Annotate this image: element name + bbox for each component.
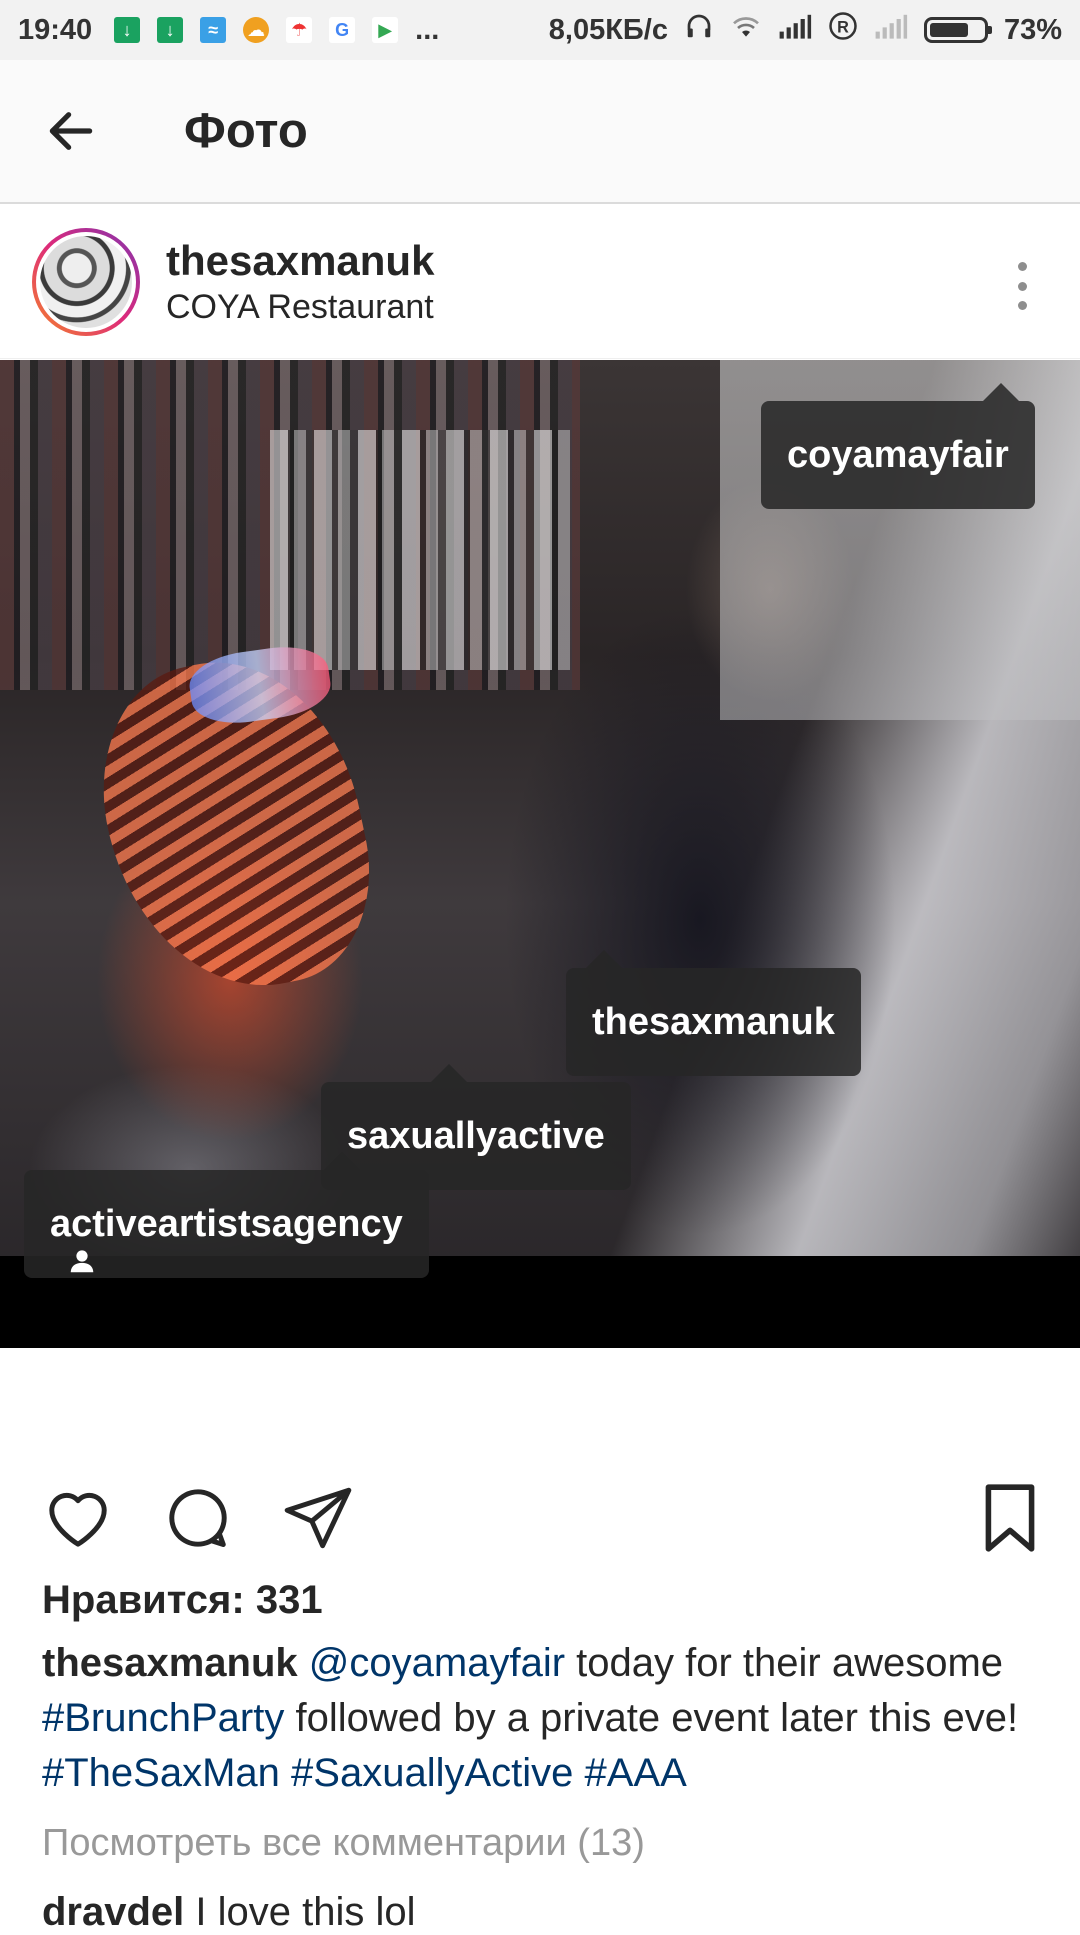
- likes-count[interactable]: Нравится: 331: [42, 1578, 323, 1623]
- avatar[interactable]: [32, 228, 140, 336]
- svg-text:R: R: [837, 18, 849, 36]
- more-options-button[interactable]: [1002, 256, 1042, 316]
- wifi-icon: [730, 12, 762, 48]
- more-notifications-icon: ...: [415, 13, 440, 46]
- comment-preview: dravdel I love this lol: [42, 1890, 416, 1935]
- comment-text: I love this lol: [195, 1890, 416, 1934]
- like-button[interactable]: [38, 1478, 118, 1558]
- share-button[interactable]: [278, 1478, 358, 1558]
- post-username[interactable]: thesaxmanuk: [166, 237, 434, 285]
- download-icon: ↓: [157, 17, 184, 43]
- cloud-icon: ☁: [243, 17, 270, 43]
- arrow-left-icon: [49, 112, 93, 150]
- caption-text: today for their awesome: [565, 1641, 1004, 1685]
- comment-button[interactable]: [158, 1478, 238, 1558]
- caption-hashtag[interactable]: #AAA: [585, 1751, 687, 1795]
- paper-plane-icon: [284, 1487, 352, 1549]
- caption-mention[interactable]: @coyamayfair: [309, 1641, 565, 1685]
- status-time: 19:40: [18, 13, 93, 46]
- caption-username[interactable]: thesaxmanuk: [42, 1641, 298, 1685]
- caption-hashtag[interactable]: #BrunchParty: [42, 1696, 284, 1740]
- user-tag[interactable]: coyamayfair: [761, 383, 1035, 509]
- bookmark-icon: [985, 1484, 1035, 1552]
- roaming-icon: R: [828, 11, 858, 49]
- tags-toggle-button[interactable]: [58, 1237, 106, 1285]
- post-photo[interactable]: coyamayfair thesaxmanuk saxuallyactive a…: [0, 360, 1080, 1348]
- back-button[interactable]: [38, 98, 104, 164]
- umbrella-icon: ☂: [286, 17, 313, 43]
- photo-background-books: [270, 430, 570, 670]
- page-title: Фото: [184, 104, 308, 158]
- post-header: thesaxmanuk COYA Restaurant: [0, 204, 1080, 359]
- status-right: 8,05КБ/с R 73%: [549, 11, 1062, 49]
- caption-hashtag[interactable]: #SaxuallyActive: [291, 1751, 573, 1795]
- user-tag[interactable]: thesaxmanuk: [566, 950, 861, 1076]
- headphones-icon: [684, 11, 714, 49]
- comment-username[interactable]: dravdel: [42, 1890, 184, 1934]
- app-bar: Фото: [0, 60, 1080, 204]
- caption-text: followed by a private event later this e…: [284, 1696, 1019, 1740]
- signal-weak-icon: [874, 12, 908, 48]
- caption-hashtag[interactable]: #TheSaxMan: [42, 1751, 280, 1795]
- post-location[interactable]: COYA Restaurant: [166, 288, 434, 327]
- comment-bubble-icon: [169, 1489, 227, 1547]
- view-all-comments-link[interactable]: Посмотреть все комментарии (13): [42, 1822, 645, 1865]
- post-caption: thesaxmanuk @coyamayfair today for their…: [42, 1636, 1042, 1801]
- play-store-icon: ▶: [372, 17, 399, 43]
- heart-icon: [49, 1492, 107, 1547]
- more-vertical-icon: [1017, 262, 1027, 271]
- google-icon: G: [329, 17, 356, 43]
- avatar-image: [40, 236, 132, 328]
- status-bar: 19:40 ↓ ↓ ≈ ☁ ☂ G ▶ ... 8,05КБ/с R 73%: [0, 0, 1080, 60]
- person-icon: [70, 1250, 94, 1273]
- battery-icon: [923, 17, 992, 43]
- save-button[interactable]: [970, 1478, 1050, 1558]
- wifi-notification-icon: ≈: [200, 17, 227, 43]
- battery-percent: 73%: [1003, 13, 1062, 46]
- download-icon: ↓: [114, 17, 141, 43]
- network-speed: 8,05КБ/с: [548, 13, 668, 46]
- signal-icon: [778, 12, 812, 48]
- notification-icons: ↓ ↓ ≈ ☁ ☂ G ▶ ...: [114, 14, 439, 47]
- post-actions: [0, 1440, 1080, 1570]
